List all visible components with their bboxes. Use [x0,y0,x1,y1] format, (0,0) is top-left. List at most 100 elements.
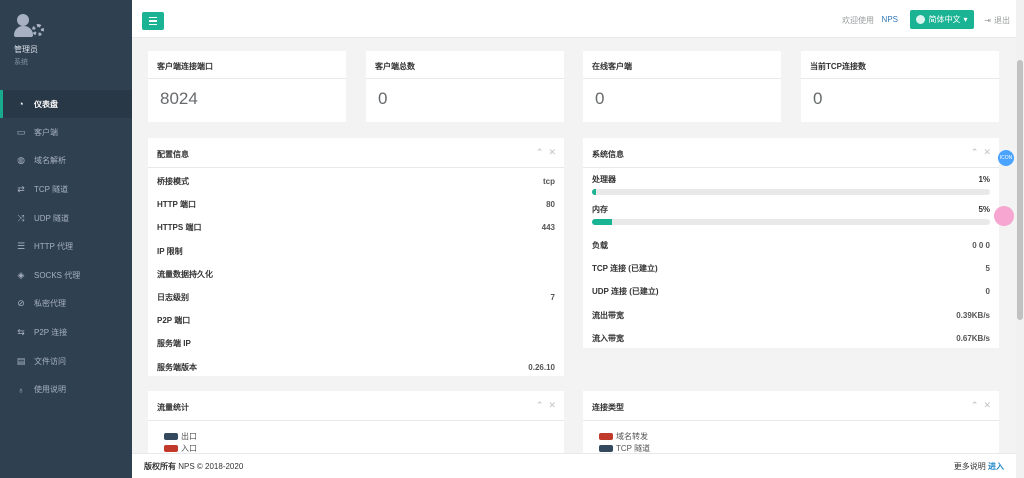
sidebar-item-label: 私密代理 [34,299,66,309]
cpu-label: 处理器 [592,175,616,184]
info-key: IP 限制 [157,246,183,256]
language-dropdown[interactable]: 简体中文 ▾ [910,10,974,29]
floating-mascot-icon[interactable] [994,206,1014,226]
info-row: 流入带宽 0.67KB/s [583,327,999,350]
info-key: 流出带宽 [592,310,624,320]
cpu-row: 处理器 1% [583,168,999,201]
sidebar-item[interactable]: ▭ 客户端 [0,118,132,147]
collapse-icon[interactable]: ⌃ [971,400,979,411]
globe-icon: ◍ [17,155,25,166]
stat-box: 客户端总数 0 [366,51,564,122]
sidebar-item[interactable]: ▤ 文件访问 [0,347,132,376]
page-scrollbar[interactable] [1016,0,1024,478]
memory-label: 内存 [592,205,608,214]
close-icon[interactable]: ✕ [548,147,556,158]
panel-title: 连接类型 [592,403,624,412]
stat-value: 8024 [160,89,198,108]
conntype-legend: 域名转发 TCP 隧道 [583,421,999,454]
profile-name: 管理员 [14,45,38,54]
info-row: 流出带宽 0.39KB/s [583,304,999,327]
info-key: TCP 连接 (已建立) [592,264,658,274]
globe-icon [916,15,926,24]
close-icon[interactable]: ✕ [983,147,991,158]
sidebar-item[interactable]: ⤨ UDP 隧道 [0,204,132,233]
info-value: 0.26.10 [528,362,555,372]
logout-link[interactable]: ⇥ 退出 [984,15,1010,26]
traffic-panel: 流量统计 ⌃ ✕ 出口 入口 [148,391,564,453]
footer-right: 更多说明 进入 [954,461,1004,472]
sidebar-item[interactable]: ◍ 域名解析 [0,147,132,176]
info-key: 日志级别 [157,293,189,303]
panel-header: 连接类型 ⌃ ✕ [583,391,999,421]
sidebar-item[interactable]: ◈ SOCKS 代理 [0,261,132,290]
info-value: 0.67KB/s [956,333,990,343]
cpu-value: 1% [978,175,990,184]
legend-label: TCP 隧道 [616,443,651,453]
legend-item[interactable]: 出口 [164,430,564,442]
info-key: 流量数据持久化 [157,269,213,279]
panel-header: 系统信息 ⌃ ✕ [583,138,999,168]
info-key: 负载 [592,241,608,251]
menu-toggle-button[interactable] [142,12,164,30]
dashboard-icon: ◔ [18,99,24,109]
exchange-icon: ⇆ [17,326,25,337]
enter-link[interactable]: 进入 [988,462,1004,471]
stat-title: 客户端连接端口 [148,51,346,79]
logout-label: 退出 [994,16,1010,25]
info-row: 负载 0 0 0 [583,234,999,257]
info-row: 服务端 IP [148,332,564,355]
legend-swatch [599,444,613,452]
sidebar-item-label: UDP 隧道 [34,213,69,223]
sidebar-item-label: 域名解析 [34,156,66,166]
sidebar-item[interactable]: ⇄ TCP 隧道 [0,175,132,204]
language-label: 简体中文 [928,15,961,24]
sidebar: 管理员 系统 ◔ 仪表盘 ▭ 客户端 ◍ 域名解析 ⇄ TCP 隧道 ⤨ UDP 隧道 ☰ HTTP … [0,0,132,478]
more-info-text: 更多说明 [953,462,986,471]
topbar: 欢迎使用 NPS 简体中文 ▾ ⇥ 退出 [132,0,1024,38]
sidebar-item[interactable]: ♁ 使用说明 [0,375,132,404]
stat-box: 在线客户端 0 [583,51,781,122]
collapse-icon[interactable]: ⌃ [536,147,544,158]
close-icon[interactable]: ✕ [983,400,991,411]
info-key: 流入带宽 [592,333,624,343]
info-row: HTTPS 端口 443 [148,216,564,239]
info-value: 0 0 0 [972,241,990,251]
legend-label: 域名转发 [616,431,648,441]
floating-widget-icon[interactable]: ICON [998,150,1014,166]
legend-swatch [599,432,613,440]
sidebar-item[interactable]: ⇆ P2P 连接 [0,318,132,347]
memory-progress [592,219,990,225]
scrollbar-thumb[interactable] [1017,60,1023,320]
sidebar-item-label: 客户端 [34,127,58,137]
collapse-icon[interactable]: ⌃ [536,400,544,411]
sidebar-item[interactable]: ☰ HTTP 代理 [0,232,132,261]
sidebar-item-label: 文件访问 [34,356,66,366]
config-panel: 配置信息 ⌃ ✕ 桥接模式 tcp HTTP 端口 80 HTTPS 端口 443 IP 限制… [148,138,564,376]
memory-row: 内存 5% [583,201,999,234]
archive-icon: ▤ [16,355,26,366]
sidebar-item[interactable]: ◔ 仪表盘 [0,90,132,118]
panel-header: 配置信息 ⌃ ✕ [148,138,564,168]
sidebar-nav: ◔ 仪表盘 ▭ 客户端 ◍ 域名解析 ⇄ TCP 隧道 ⤨ UDP 隧道 ☰ HTTP 代理 ◈ SOCK… [0,90,132,404]
collapse-icon[interactable]: ⌃ [971,147,979,158]
info-value: tcp [543,177,555,187]
profile: 管理员 系统 [0,0,132,90]
close-icon[interactable]: ✕ [548,400,556,411]
random-icon: ⤨ [17,212,25,223]
panel-header: 流量统计 ⌃ ✕ [148,391,564,421]
info-row: 服务端版本 0.26.10 [148,356,564,379]
legend-item[interactable]: 域名转发 [599,430,999,442]
sidebar-item-label: SOCKS 代理 [34,270,81,280]
welcome-text: 欢迎使用 [842,16,874,25]
info-value: 80 [546,200,555,210]
sidebar-item[interactable]: ⊘ 私密代理 [0,290,132,319]
user-cog-icon [14,14,46,40]
lightbulb-icon: ♁ [17,384,25,395]
info-row: 日志级别 7 [148,286,564,309]
brand-link[interactable]: NPS [882,15,898,24]
info-key: HTTP 端口 [157,200,196,210]
info-value: 0.39KB/s [956,310,990,320]
legend-label: 出口 [181,431,197,441]
traffic-legend: 出口 入口 [148,421,564,454]
legend-swatch [164,444,178,452]
